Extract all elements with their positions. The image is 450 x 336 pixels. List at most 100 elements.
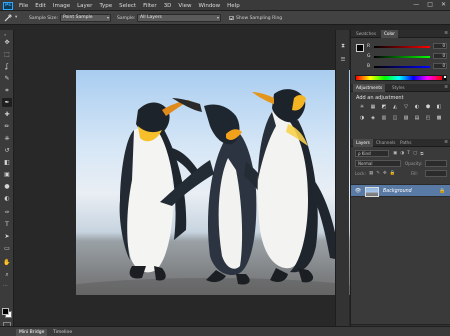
blend-mode-select[interactable]: Normal	[355, 160, 401, 167]
blue-slider[interactable]: B 0	[367, 63, 449, 70]
pixel-filter-icon[interactable]: ▣	[393, 151, 397, 157]
tab-layers[interactable]: Layers	[353, 139, 373, 147]
menu-window[interactable]: Window	[198, 3, 220, 9]
dodge-tool-icon[interactable]: ◐	[2, 194, 12, 203]
collapse-toolbox-icon[interactable]: »	[4, 32, 6, 37]
history-brush-tool-icon[interactable]: ↺	[2, 146, 12, 155]
lock-transparency-icon[interactable]: ▦	[369, 171, 373, 176]
crop-tool-icon[interactable]: ⌗	[2, 86, 12, 95]
brightness-contrast-icon[interactable]: ☀	[357, 103, 367, 111]
pen-tool-icon[interactable]: ✑	[2, 208, 12, 217]
invert-icon[interactable]: ◫	[390, 114, 400, 122]
lock-pixels-icon[interactable]: ✎	[376, 171, 380, 176]
gradient-map-icon[interactable]: ▩	[434, 114, 444, 122]
menu-help[interactable]: Help	[227, 3, 240, 9]
vibrance-icon[interactable]: ▽	[401, 103, 411, 111]
lock-position-icon[interactable]: ✥	[383, 171, 387, 176]
menu-layer[interactable]: Layer	[77, 3, 92, 9]
type-filter-icon[interactable]: T	[407, 151, 410, 157]
menu-select[interactable]: Select	[119, 3, 136, 9]
green-value-field[interactable]: 0	[433, 53, 447, 59]
eraser-tool-icon[interactable]: ◧	[2, 158, 12, 167]
tab-swatches[interactable]: Swatches	[353, 30, 379, 38]
tab-color[interactable]: Color	[381, 30, 398, 38]
type-tool-icon[interactable]: T	[2, 220, 12, 229]
blur-tool-icon[interactable]: ●	[2, 182, 12, 191]
selective-color-icon[interactable]: ◰	[423, 114, 433, 122]
spot-healing-tool-icon[interactable]: ✚	[2, 110, 12, 119]
black-white-icon[interactable]: ◧	[434, 103, 444, 111]
tab-timeline[interactable]: Timeline	[50, 329, 75, 336]
foreground-color-swatch[interactable]	[2, 308, 9, 315]
fill-field[interactable]	[425, 170, 447, 177]
minimize-button[interactable]: —	[413, 1, 419, 8]
adjustment-filter-icon[interactable]: ◑	[400, 151, 404, 157]
blue-slider-track[interactable]	[374, 66, 430, 68]
red-slider[interactable]: R 0	[367, 43, 449, 50]
hue-saturation-icon[interactable]: ◐	[412, 103, 422, 111]
curves-icon[interactable]: ◩	[379, 103, 389, 111]
menu-type[interactable]: Type	[99, 3, 112, 9]
tab-paths[interactable]: Paths	[397, 139, 414, 147]
maximize-button[interactable]: □	[427, 1, 433, 8]
visibility-eye-icon[interactable]: 👁	[354, 188, 362, 195]
clone-stamp-tool-icon[interactable]: ⎈	[2, 134, 12, 143]
gradient-tool-icon[interactable]: ▣	[2, 170, 12, 179]
menu-filter[interactable]: Filter	[143, 3, 157, 9]
color-lookup-icon[interactable]: ▥	[379, 114, 389, 122]
lasso-tool-icon[interactable]: ʆ	[2, 62, 12, 71]
document-canvas[interactable]	[76, 70, 351, 295]
history-icon[interactable]: ⧗	[338, 42, 348, 51]
panel-menu-icon[interactable]: ≡	[444, 85, 448, 90]
more-tools-icon[interactable]: ⋯	[3, 283, 8, 289]
hand-tool-icon[interactable]: ✋	[2, 258, 12, 267]
levels-icon[interactable]: ▦	[368, 103, 378, 111]
threshold-icon[interactable]: ▤	[412, 114, 422, 122]
shape-filter-icon[interactable]: ▢	[413, 151, 417, 157]
opacity-field[interactable]	[425, 160, 447, 167]
menu-file[interactable]: File	[19, 3, 28, 9]
blue-value-field[interactable]: 0	[433, 63, 447, 69]
red-slider-track[interactable]	[374, 46, 430, 48]
move-tool-icon[interactable]: ✥	[2, 38, 12, 47]
quick-select-tool-icon[interactable]: ✎	[2, 74, 12, 83]
marquee-tool-icon[interactable]: ⬚	[2, 50, 12, 59]
panel-menu-icon[interactable]: ≡	[444, 140, 448, 145]
color-balance-icon[interactable]: ⬢	[423, 103, 433, 111]
panel-menu-icon[interactable]: ≡	[444, 31, 448, 36]
tab-adjustments[interactable]: Adjustments	[353, 84, 386, 92]
shape-tool-icon[interactable]: ▭	[2, 244, 12, 253]
close-button[interactable]: ✕	[441, 1, 446, 8]
green-slider-track[interactable]	[374, 56, 430, 58]
eyedropper-tool-icon[interactable]: ✒	[2, 98, 12, 107]
channel-mixer-icon[interactable]: ◈	[368, 114, 378, 122]
zoom-tool-icon[interactable]: ⌕	[2, 270, 12, 279]
lock-all-icon[interactable]: 🔒	[390, 171, 396, 176]
path-select-tool-icon[interactable]: ➤	[2, 232, 12, 241]
black-white-ramp[interactable]	[443, 75, 447, 81]
color-spectrum-ramp[interactable]	[355, 75, 443, 81]
menu-view[interactable]: View	[178, 3, 191, 9]
eyedropper-icon[interactable]	[3, 13, 13, 23]
menu-image[interactable]: Image	[53, 3, 70, 9]
layer-filter-kind-select[interactable]: ρ Kind	[355, 150, 389, 157]
show-sampling-ring-checkbox[interactable]	[229, 15, 234, 20]
red-value-field[interactable]: 0	[433, 43, 447, 49]
color-panel-foreground-swatch[interactable]	[356, 44, 364, 52]
tool-preset-arrow-icon[interactable]: ▾	[15, 15, 17, 20]
properties-icon[interactable]: ☰	[338, 56, 348, 65]
posterize-icon[interactable]: ▨	[401, 114, 411, 122]
sample-size-select[interactable]: Point Sample ▾	[60, 14, 111, 22]
tab-mini-bridge[interactable]: Mini Bridge	[16, 328, 48, 336]
menu-edit[interactable]: Edit	[35, 3, 46, 9]
smart-object-filter-icon[interactable]: ⧉	[420, 151, 423, 157]
layer-row-background[interactable]: 👁 Background 🔒	[351, 184, 450, 197]
green-slider[interactable]: G 0	[367, 53, 449, 60]
tab-styles[interactable]: Styles	[389, 84, 408, 92]
tab-channels[interactable]: Channels	[373, 139, 398, 147]
layer-name[interactable]: Background	[383, 189, 412, 194]
brush-tool-icon[interactable]: ✏	[2, 122, 12, 131]
exposure-icon[interactable]: ◭	[390, 103, 400, 111]
menu-3d[interactable]: 3D	[164, 3, 172, 9]
photo-filter-icon[interactable]: ◑	[357, 114, 367, 122]
